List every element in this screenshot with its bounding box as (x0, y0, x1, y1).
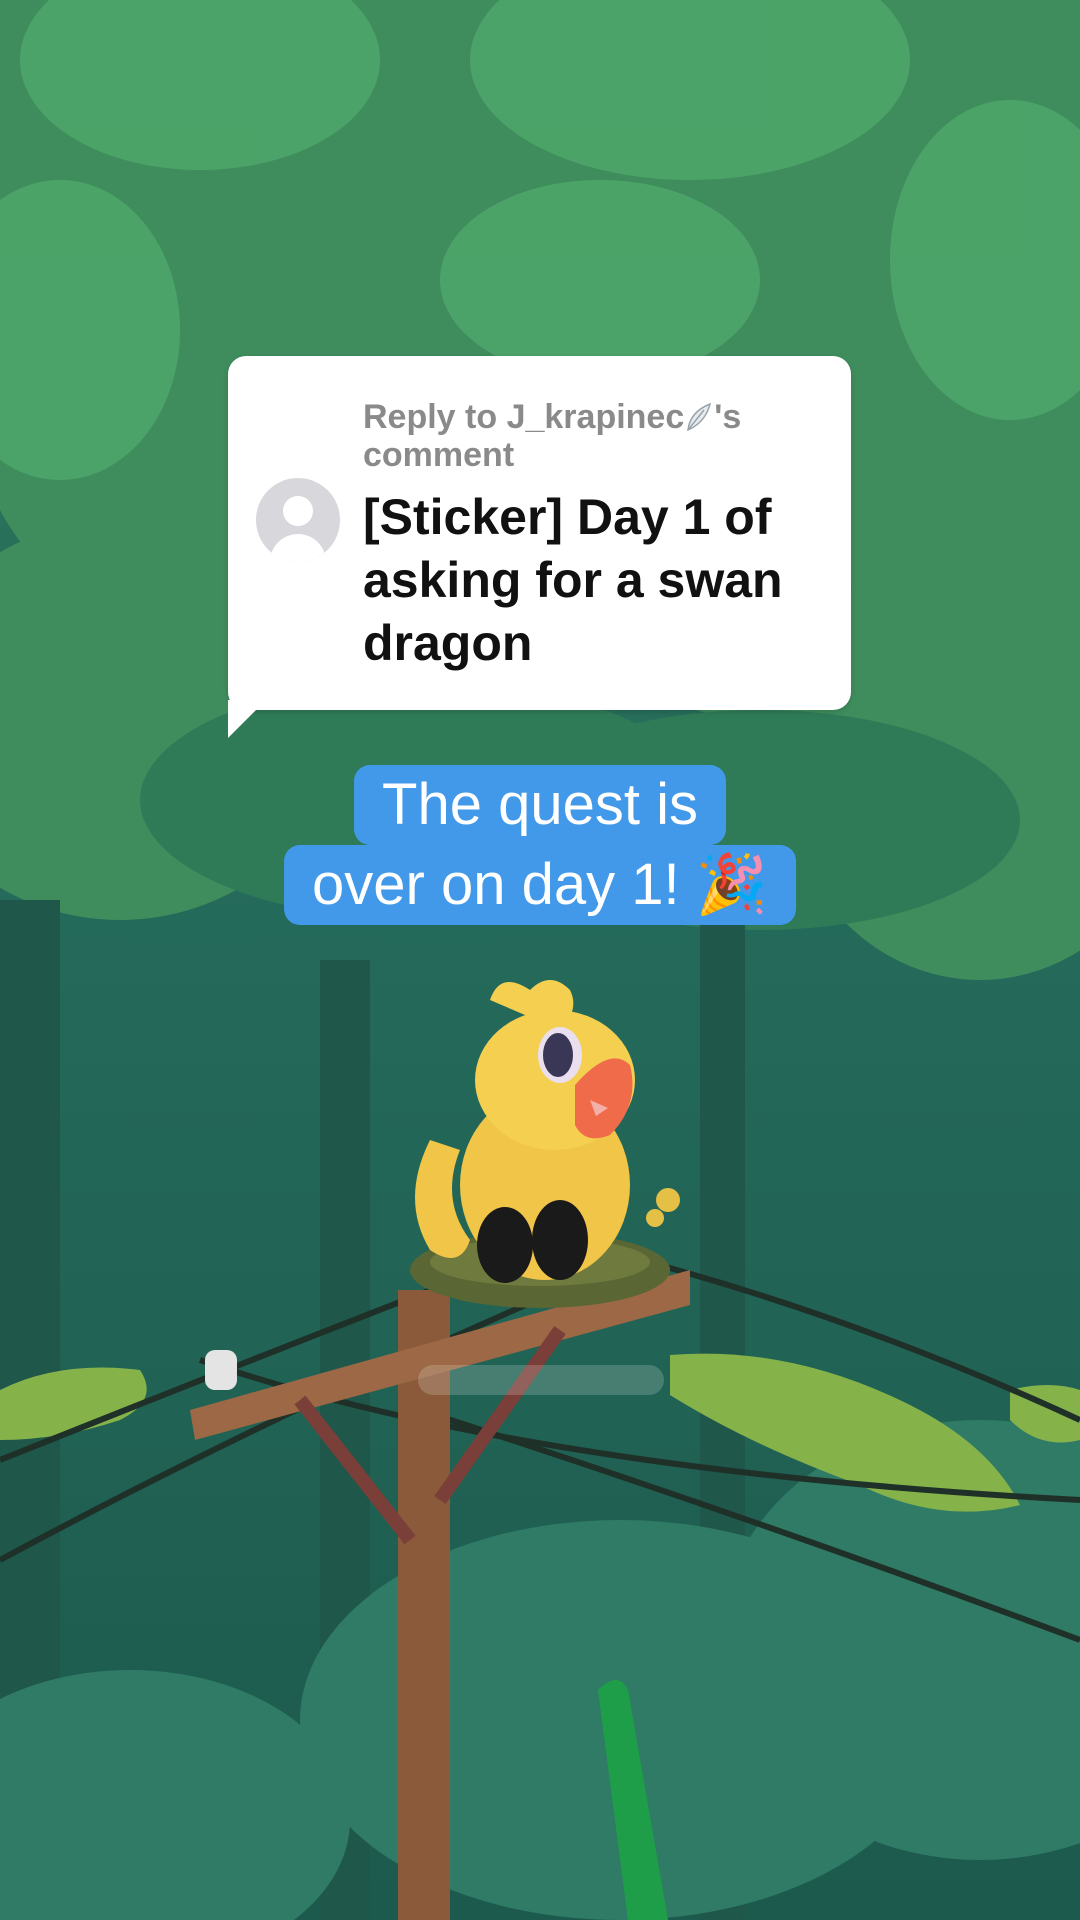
feather-icon (687, 402, 712, 432)
reply-to-label: Reply to J_krapinec 's comment (363, 398, 803, 474)
reply-to-prefix: Reply to J_krapinec (363, 398, 685, 436)
reply-card-tail (228, 700, 266, 738)
reply-to-suffix: 's (714, 398, 742, 436)
reply-to-line2: comment (363, 436, 515, 474)
video-background (0, 0, 1080, 1920)
video-progress-handle[interactable] (418, 1365, 664, 1395)
caption-line-2: over on day 1! 🎉 (284, 845, 796, 925)
reply-comment-text: [Sticker] Day 1 of asking for a swan dra… (363, 489, 783, 671)
avatar[interactable] (256, 478, 340, 562)
reply-comment-card[interactable]: Reply to J_krapinec 's comment [Sticker] … (228, 356, 851, 710)
caption-line-1: The quest is (354, 765, 726, 845)
